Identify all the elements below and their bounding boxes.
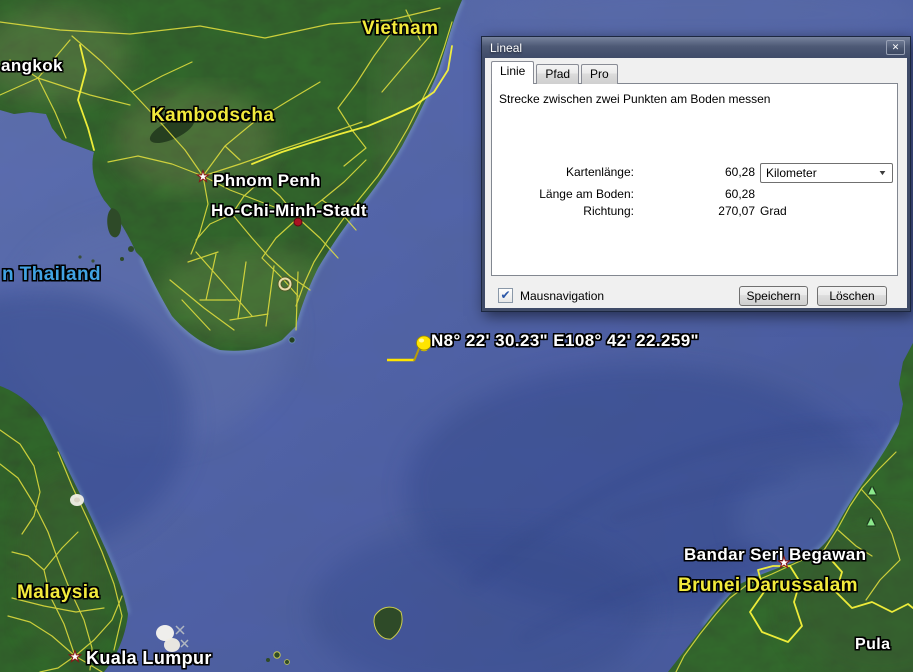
kartenlaenge-label: Kartenlänge:	[492, 165, 634, 179]
save-button[interactable]: Speichern	[739, 286, 808, 306]
laenge-am-boden-value: 60,28	[634, 187, 755, 201]
richtung-label: Richtung:	[492, 204, 634, 218]
richtung-value: 270,07	[634, 204, 755, 218]
kartenlaenge-value: 60,28	[634, 165, 755, 179]
dialog-titlebar[interactable]: Lineal ✕	[482, 37, 910, 58]
laenge-am-boden-label: Länge am Boden:	[492, 187, 634, 201]
close-icon: ✕	[892, 42, 900, 52]
mouse-navigation-checkbox[interactable]: ✔	[498, 288, 513, 303]
field-row-laenge-am-boden: Länge am Boden: 60,28	[492, 185, 897, 202]
unit-dropdown[interactable]: Kilometer ▼	[760, 163, 893, 183]
dialog-title: Lineal	[490, 41, 522, 55]
tab-pfad[interactable]: Pfad	[536, 64, 579, 84]
field-row-richtung: Richtung: 270,07 Grad	[492, 202, 897, 219]
delete-button[interactable]: Löschen	[817, 286, 887, 306]
ruler-dialog: Lineal ✕ Linie Pfad Pro Strecke zwischen…	[481, 36, 911, 312]
dialog-body: Linie Pfad Pro Strecke zwischen zwei Pun…	[485, 58, 907, 308]
field-row-kartenlaenge: Kartenlänge: 60,28 Kilometer ▼	[492, 163, 897, 180]
tab-bar: Linie Pfad Pro	[491, 63, 620, 84]
google-earth-viewport[interactable]: angkokVietnamKambodschaPhnom PenhHo-Chi-…	[0, 0, 913, 672]
richtung-unit: Grad	[760, 204, 787, 218]
mouse-navigation-row: ✔ Mausnavigation	[498, 288, 604, 303]
tab-pro[interactable]: Pro	[581, 64, 618, 84]
unit-dropdown-value: Kilometer	[766, 166, 879, 180]
tab-panel: Strecke zwischen zwei Punkten am Boden m…	[491, 83, 898, 276]
chevron-down-icon: ▼	[878, 170, 888, 177]
checkmark-icon: ✔	[500, 288, 510, 302]
measure-description: Strecke zwischen zwei Punkten am Boden m…	[499, 92, 770, 106]
close-button[interactable]: ✕	[886, 40, 905, 55]
mouse-navigation-label: Mausnavigation	[520, 289, 604, 303]
tab-linie[interactable]: Linie	[491, 61, 534, 84]
